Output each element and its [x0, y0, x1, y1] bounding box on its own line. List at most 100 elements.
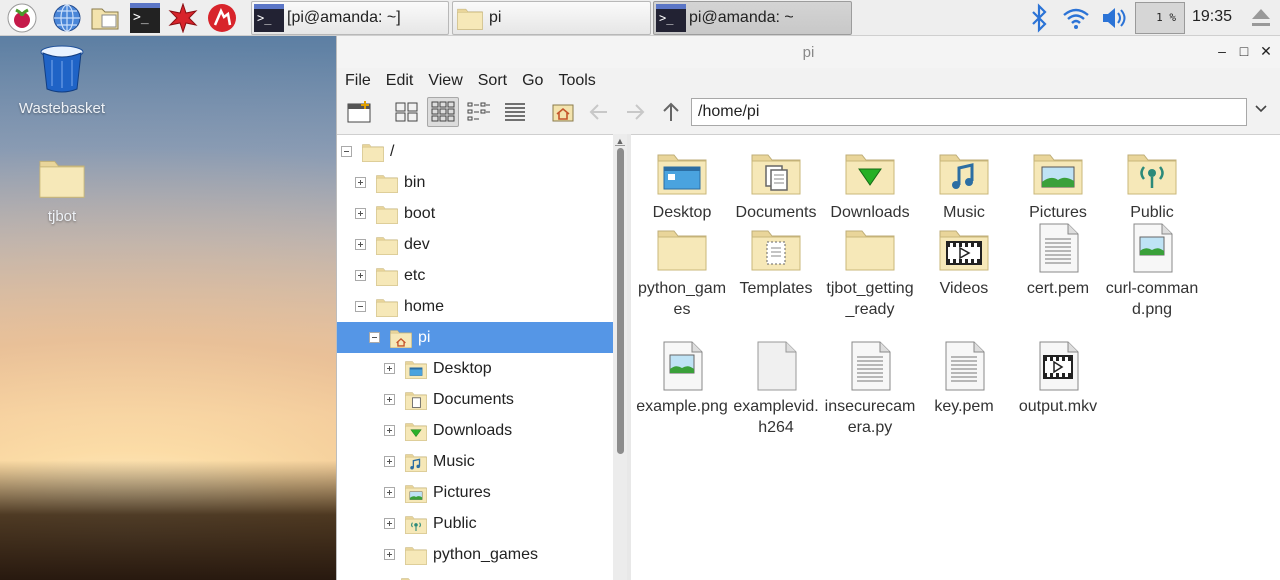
view-thumbnails-button[interactable] — [427, 97, 459, 127]
bluetooth-icon[interactable] — [1024, 3, 1054, 33]
tree-item-pictures[interactable]: Pictures — [337, 477, 613, 508]
maximize-button[interactable]: □ — [1235, 42, 1253, 60]
tree-item-dev[interactable]: dev — [337, 229, 613, 260]
folder-icon — [403, 544, 429, 566]
path-history-dropdown[interactable] — [1251, 102, 1271, 122]
folder-icon — [844, 223, 896, 273]
task-button-terminal-1[interactable]: >_ [pi@amanda: ~] — [251, 1, 449, 35]
web-browser-icon[interactable] — [52, 3, 82, 33]
scroll-thumb[interactable] — [617, 148, 624, 454]
file-item-pictures[interactable]: Pictures — [1011, 147, 1105, 223]
desktop-icon-wastebasket[interactable]: Wastebasket — [7, 44, 117, 117]
task-button-terminal-2[interactable]: >_ pi@amanda: ~ — [653, 1, 852, 35]
file-item-public[interactable]: Public — [1105, 147, 1199, 223]
collapse-toggle[interactable] — [341, 146, 352, 157]
expand-toggle[interactable] — [384, 394, 395, 405]
file-item-python-games[interactable]: python_games — [635, 223, 729, 320]
up-button[interactable] — [655, 97, 687, 127]
view-list-button[interactable] — [499, 97, 531, 127]
new-tab-button[interactable] — [343, 97, 375, 127]
expand-toggle[interactable] — [355, 177, 366, 188]
cpu-monitor[interactable]: 1 % — [1135, 2, 1185, 34]
eject-icon[interactable] — [1246, 3, 1276, 33]
file-item-label: curl-command.png — [1105, 280, 1199, 318]
terminal-launcher-icon[interactable]: >_ — [130, 3, 160, 33]
file-item-templates[interactable]: Templates — [729, 223, 823, 299]
scroll-up-arrow[interactable]: ▲ — [615, 136, 625, 146]
expand-toggle[interactable] — [355, 208, 366, 219]
terminal-icon: >_ — [656, 4, 686, 32]
menu-sort[interactable]: Sort — [478, 72, 507, 90]
tree-item-label: bin — [404, 173, 426, 191]
desktop-icon-tjbot[interactable]: tjbot — [7, 154, 117, 225]
volume-icon[interactable] — [1099, 3, 1129, 33]
toolbar: /home/pi — [337, 94, 1280, 132]
file-item-output-mkv[interactable]: output.mkv — [1011, 341, 1105, 417]
path-input[interactable]: /home/pi — [691, 98, 1247, 126]
tree-item-label: Pictures — [433, 483, 491, 501]
wifi-icon[interactable] — [1061, 3, 1091, 33]
file-item-downloads[interactable]: Downloads — [823, 147, 917, 223]
tree-item-music[interactable]: Music — [337, 446, 613, 477]
collapse-toggle[interactable] — [369, 332, 380, 343]
file-item-tjbot-getting-ready[interactable]: tjbot_getting_ready — [823, 223, 917, 320]
tree-item-public[interactable]: Public — [337, 508, 613, 539]
file-item-label: insecurecamera.py — [824, 398, 916, 436]
tree-item-boot[interactable]: boot — [337, 198, 613, 229]
collapse-toggle[interactable] — [355, 301, 366, 312]
tree-item-downloads[interactable]: Downloads — [337, 415, 613, 446]
expand-toggle[interactable] — [384, 456, 395, 467]
desktop-folder-icon — [403, 358, 429, 380]
tree-scrollbar[interactable]: ▲ — [613, 134, 627, 580]
icon-view-icon — [395, 102, 418, 122]
file-item-desktop[interactable]: Desktop — [635, 147, 729, 223]
tree-item-python-games[interactable]: python_games — [337, 539, 613, 570]
tree-item-pi[interactable]: pi — [337, 322, 613, 353]
file-item-videos[interactable]: Videos — [917, 223, 1011, 299]
task-button-file-manager[interactable]: pi — [452, 1, 651, 35]
expand-toggle[interactable] — [384, 549, 395, 560]
tree-item-root[interactable]: / — [337, 136, 613, 167]
view-compact-button[interactable] — [463, 97, 495, 127]
videos-folder-icon — [938, 223, 990, 273]
file-item-key-pem[interactable]: key.pem — [917, 341, 1011, 417]
clock[interactable]: 19:35 — [1192, 8, 1232, 26]
minimize-button[interactable]: – — [1213, 42, 1231, 60]
close-button[interactable]: ✕ — [1257, 42, 1275, 60]
file-item-music[interactable]: Music — [917, 147, 1011, 223]
tree-item-home[interactable]: home — [337, 291, 613, 322]
back-button[interactable] — [583, 97, 615, 127]
home-button[interactable] — [547, 97, 579, 127]
file-item-cert-pem[interactable]: cert.pem — [1011, 223, 1105, 299]
title-bar[interactable]: pi – □ ✕ — [337, 36, 1280, 68]
tree-item-etc[interactable]: etc — [337, 260, 613, 291]
file-manager-icon[interactable] — [90, 3, 120, 33]
menu-view[interactable]: View — [428, 72, 462, 90]
tree-item-documents[interactable]: Documents — [337, 384, 613, 415]
file-item-insecurecamera-py[interactable]: insecurecamera.py — [823, 341, 917, 438]
task-label: [pi@amanda: ~] — [287, 9, 401, 26]
expand-toggle[interactable] — [355, 270, 366, 281]
mathematica-icon[interactable] — [168, 3, 198, 33]
menu-go[interactable]: Go — [522, 72, 543, 90]
wolfram-icon[interactable] — [207, 3, 237, 33]
expand-toggle[interactable] — [384, 425, 395, 436]
file-item-examplevid-h264[interactable]: examplevid.h264 — [729, 341, 823, 438]
menu-tools[interactable]: Tools — [558, 72, 595, 90]
tree-item-bin[interactable]: bin — [337, 167, 613, 198]
expand-toggle[interactable] — [384, 518, 395, 529]
file-item-example-png[interactable]: example.png — [635, 341, 729, 417]
tree-item-desktop[interactable]: Desktop — [337, 353, 613, 384]
expand-toggle[interactable] — [355, 239, 366, 250]
view-icons-button[interactable] — [391, 97, 423, 127]
expand-toggle[interactable] — [384, 487, 395, 498]
file-item-label: Pictures — [1029, 204, 1087, 221]
raspberry-menu-icon[interactable] — [7, 3, 37, 33]
file-item-curl-command-png[interactable]: curl-command.png — [1105, 223, 1199, 320]
expand-toggle[interactable] — [384, 363, 395, 374]
forward-button[interactable] — [619, 97, 651, 127]
menu-edit[interactable]: Edit — [386, 72, 414, 90]
menu-file[interactable]: File — [345, 72, 371, 90]
file-item-documents[interactable]: Documents — [729, 147, 823, 223]
tree-item-partial[interactable] — [337, 570, 613, 580]
